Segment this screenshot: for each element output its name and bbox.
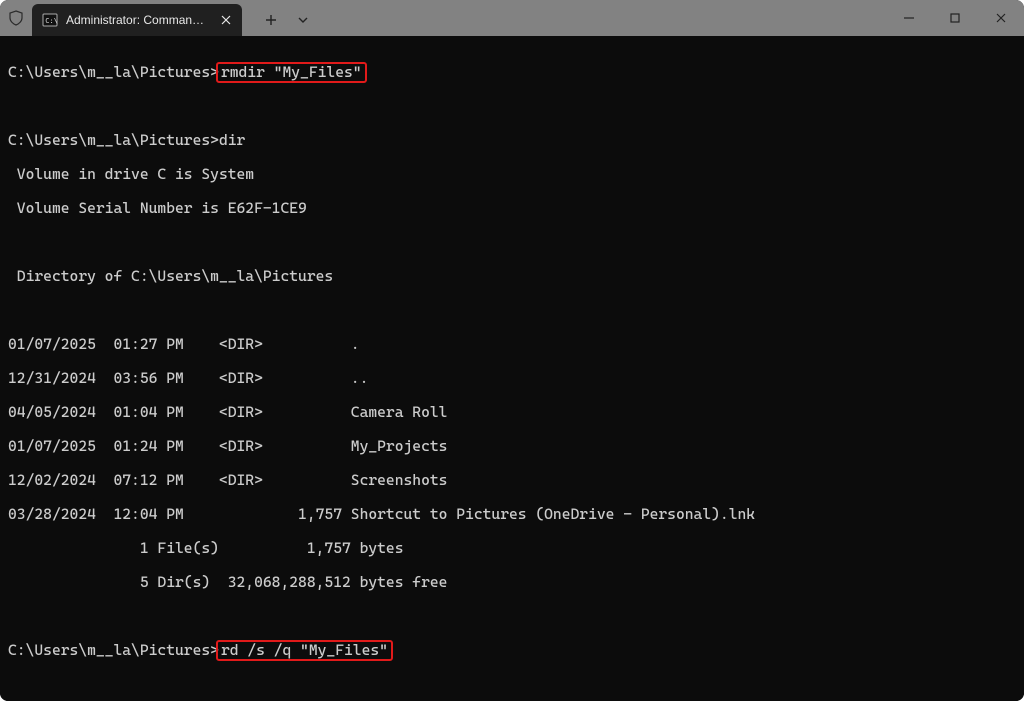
tab-close-button[interactable] [217,11,234,29]
terminal-body[interactable]: C:\Users\m__la\Pictures>rmdir "My_Files"… [0,36,1024,701]
tab-dropdown-button[interactable] [290,5,316,35]
titlebar[interactable]: C:\ Administrator: Command Pro [0,0,1024,36]
cmd-icon: C:\ [42,12,58,28]
terminal-line: 12/31/2024 03:56 PM <DIR> .. [8,370,1018,387]
terminal-line [8,676,1018,693]
close-button[interactable] [978,0,1024,36]
terminal-line [8,608,1018,625]
terminal-line [8,234,1018,251]
terminal-line: 03/28/2024 12:04 PM 1,757 Shortcut to Pi… [8,506,1018,523]
terminal-line: 12/02/2024 07:12 PM <DIR> Screenshots [8,472,1018,489]
terminal-line [8,302,1018,319]
window-controls [886,0,1024,36]
terminal-line: 1 File(s) 1,757 bytes [8,540,1018,557]
terminal-line: C:\Users\m__la\Pictures>rd /s /q "My_Fil… [8,642,1018,659]
highlight-box-1: rmdir "My_Files" [216,62,367,83]
tab-active[interactable]: C:\ Administrator: Command Pro [32,4,242,36]
new-tab-button[interactable] [254,5,288,35]
terminal-line: 01/07/2025 01:24 PM <DIR> My_Projects [8,438,1018,455]
terminal-line: C:\Users\m__la\Pictures>dir [8,132,1018,149]
shield-icon [6,8,26,28]
maximize-button[interactable] [932,0,978,36]
terminal-line: 04/05/2024 01:04 PM <DIR> Camera Roll [8,404,1018,421]
tab-title: Administrator: Command Pro [66,13,209,27]
svg-text:C:\: C:\ [45,17,58,25]
terminal-window: C:\ Administrator: Command Pro [0,0,1024,701]
terminal-line: 01/07/2025 01:27 PM <DIR> . [8,336,1018,353]
terminal-line: Volume Serial Number is E62F-1CE9 [8,200,1018,217]
minimize-button[interactable] [886,0,932,36]
titlebar-drag-region[interactable] [316,0,886,36]
terminal-line: 5 Dir(s) 32,068,288,512 bytes free [8,574,1018,591]
terminal-line: Directory of C:\Users\m__la\Pictures [8,268,1018,285]
new-tab-controls [254,5,316,35]
terminal-line: Volume in drive C is System [8,166,1018,183]
titlebar-left: C:\ Administrator: Command Pro [0,0,316,36]
terminal-line: C:\Users\m__la\Pictures>rmdir "My_Files" [8,64,1018,81]
terminal-line [8,98,1018,115]
highlight-box-2: rd /s /q "My_Files" [216,640,393,661]
